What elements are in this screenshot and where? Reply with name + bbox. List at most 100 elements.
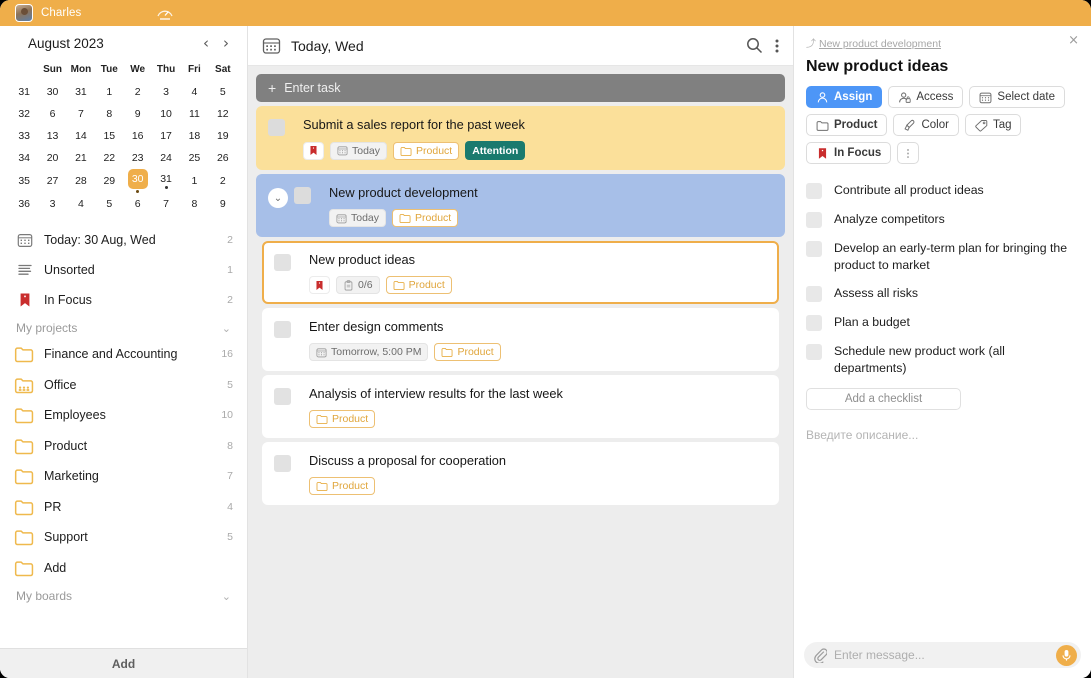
task-meta-chip[interactable]: Tomorrow, 5:00 PM bbox=[309, 343, 429, 361]
calendar-day[interactable]: 30 bbox=[38, 81, 66, 103]
calendar-day[interactable]: 12 bbox=[209, 103, 237, 125]
microphone-icon[interactable] bbox=[1056, 644, 1077, 666]
checklist-item[interactable]: Schedule new product work (all departmen… bbox=[806, 343, 1079, 376]
checklist-item[interactable]: Plan a budget bbox=[806, 314, 1079, 332]
gauge-icon[interactable] bbox=[155, 4, 175, 22]
detail-button-assign[interactable]: Assign bbox=[806, 86, 883, 108]
calendar-day[interactable]: 7 bbox=[67, 103, 95, 125]
checklist-checkbox[interactable] bbox=[806, 315, 822, 332]
chevron-left-icon[interactable]: ‹ bbox=[203, 36, 209, 51]
calendar-day[interactable]: 5 bbox=[95, 193, 123, 215]
calendar-day[interactable]: 28 bbox=[67, 169, 95, 193]
calendar-day[interactable]: 7 bbox=[152, 193, 180, 215]
task-meta-chip[interactable]: Today bbox=[330, 141, 388, 160]
project-item-add[interactable]: Add bbox=[0, 553, 247, 584]
detail-button-tag[interactable]: Tag bbox=[964, 114, 1022, 136]
project-item-office[interactable]: Office 5 bbox=[0, 370, 247, 401]
calendar-day[interactable]: 13 bbox=[38, 125, 66, 147]
calendar-day[interactable]: 9 bbox=[124, 103, 152, 125]
calendar-day[interactable]: 18 bbox=[180, 125, 208, 147]
chevron-down-icon[interactable]: ⌄ bbox=[222, 590, 231, 603]
add-checklist-button[interactable]: Add a checklist bbox=[806, 388, 961, 411]
sidebar-item-unsorted[interactable]: Unsorted 1 bbox=[0, 255, 247, 285]
calendar-day[interactable]: 27 bbox=[38, 169, 66, 193]
calendar-day[interactable]: 26 bbox=[209, 147, 237, 169]
search-icon[interactable] bbox=[746, 37, 763, 54]
boards-group-header[interactable]: My boards ⌄ bbox=[0, 583, 247, 607]
project-item-marketing[interactable]: Marketing 7 bbox=[0, 461, 247, 492]
detail-button-select-date[interactable]: Select date bbox=[969, 86, 1065, 108]
calendar-day[interactable]: 30 bbox=[124, 169, 152, 193]
project-item-employees[interactable]: Employees 10 bbox=[0, 400, 247, 431]
chevron-down-icon[interactable]: ⌄ bbox=[222, 322, 231, 335]
detail-button-access[interactable]: Access bbox=[888, 86, 964, 108]
task-row[interactable]: New product ideas 0/6 Product bbox=[262, 241, 779, 304]
task-checkbox[interactable] bbox=[274, 254, 291, 271]
calendar-day[interactable]: 16 bbox=[124, 125, 152, 147]
task-meta-chip[interactable]: Today bbox=[329, 209, 387, 227]
chevron-right-icon[interactable]: › bbox=[223, 36, 229, 51]
calendar-day[interactable]: 1 bbox=[180, 169, 208, 193]
task-project-chip[interactable]: Product bbox=[393, 141, 460, 160]
calendar-day[interactable]: 6 bbox=[124, 193, 152, 215]
task-flag-chip[interactable] bbox=[303, 141, 324, 160]
calendar-day[interactable]: 29 bbox=[95, 169, 123, 193]
calendar-day[interactable]: 4 bbox=[67, 193, 95, 215]
task-flag-chip[interactable] bbox=[309, 276, 330, 294]
task-checkbox[interactable] bbox=[274, 455, 291, 472]
calendar-day[interactable]: 22 bbox=[95, 147, 123, 169]
sidebar-add-button[interactable]: Add bbox=[0, 648, 247, 678]
checklist-item[interactable]: Contribute all product ideas bbox=[806, 182, 1079, 199]
calendar-day[interactable]: 17 bbox=[152, 125, 180, 147]
checklist-item[interactable]: Assess all risks bbox=[806, 285, 1079, 303]
calendar-day[interactable]: 10 bbox=[152, 103, 180, 125]
checklist-checkbox[interactable] bbox=[806, 241, 822, 257]
checklist-checkbox[interactable] bbox=[806, 183, 822, 199]
checklist-checkbox[interactable] bbox=[806, 212, 822, 228]
task-attention-badge[interactable]: Attention bbox=[465, 141, 526, 160]
task-project-chip[interactable]: Product bbox=[434, 343, 501, 361]
calendar-day[interactable]: 8 bbox=[180, 193, 208, 215]
detail-button-in-focus[interactable]: In Focus bbox=[806, 142, 892, 164]
project-item-pr[interactable]: PR 4 bbox=[0, 492, 247, 523]
task-meta-chip[interactable]: 0/6 bbox=[336, 276, 380, 294]
enter-task-input[interactable]: + Enter task bbox=[256, 74, 785, 102]
calendar-day[interactable]: 3 bbox=[38, 193, 66, 215]
calendar-day[interactable]: 25 bbox=[180, 147, 208, 169]
task-row[interactable]: Submit a sales report for the past week T… bbox=[256, 106, 785, 170]
checklist-item[interactable]: Develop an early-term plan for bringing … bbox=[806, 240, 1079, 273]
calendar-day[interactable]: 31 bbox=[67, 81, 95, 103]
sidebar-item-today-30-aug-wed[interactable]: Today: 30 Aug, Wed 2 bbox=[0, 225, 247, 255]
detail-button-color[interactable]: Color bbox=[893, 114, 959, 136]
calendar-day[interactable]: 2 bbox=[209, 169, 237, 193]
calendar-day[interactable]: 15 bbox=[95, 125, 123, 147]
task-project-chip[interactable]: Product bbox=[392, 209, 459, 227]
task-checkbox[interactable] bbox=[294, 187, 311, 204]
calendar-day[interactable]: 20 bbox=[38, 147, 66, 169]
project-item-finance-and-accounting[interactable]: Finance and Accounting 16 bbox=[0, 339, 247, 370]
calendar-day[interactable]: 5 bbox=[209, 81, 237, 103]
calendar-day[interactable]: 23 bbox=[124, 147, 152, 169]
calendar-day[interactable]: 4 bbox=[180, 81, 208, 103]
checklist-checkbox[interactable] bbox=[806, 344, 822, 361]
calendar-day[interactable]: 2 bbox=[124, 81, 152, 103]
calendar-day[interactable]: 24 bbox=[152, 147, 180, 169]
calendar-day[interactable]: 8 bbox=[95, 103, 123, 125]
message-input[interactable] bbox=[834, 648, 1056, 662]
breadcrumb-label[interactable]: New product development bbox=[819, 38, 941, 50]
calendar-day[interactable]: 3 bbox=[152, 81, 180, 103]
calendar-day[interactable]: 9 bbox=[209, 193, 237, 215]
task-checkbox[interactable] bbox=[274, 321, 291, 338]
more-vertical-icon[interactable] bbox=[775, 38, 779, 54]
task-row[interactable]: Enter design comments Tomorrow, 5:00 PM Pr… bbox=[262, 308, 779, 371]
detail-button-[interactable] bbox=[897, 142, 920, 164]
task-checkbox[interactable] bbox=[274, 388, 291, 405]
calendar-day[interactable]: 6 bbox=[38, 103, 66, 125]
task-project-chip[interactable]: Product bbox=[385, 276, 452, 294]
calendar-day[interactable]: 31 bbox=[152, 169, 180, 193]
breadcrumb[interactable]: ⤴ New product development bbox=[806, 34, 941, 52]
task-row[interactable]: ⌄ New product development Today Product bbox=[256, 174, 785, 237]
project-item-product[interactable]: Product 8 bbox=[0, 431, 247, 462]
checklist-item[interactable]: Analyze competitors bbox=[806, 211, 1079, 228]
task-checkbox[interactable] bbox=[268, 119, 285, 136]
